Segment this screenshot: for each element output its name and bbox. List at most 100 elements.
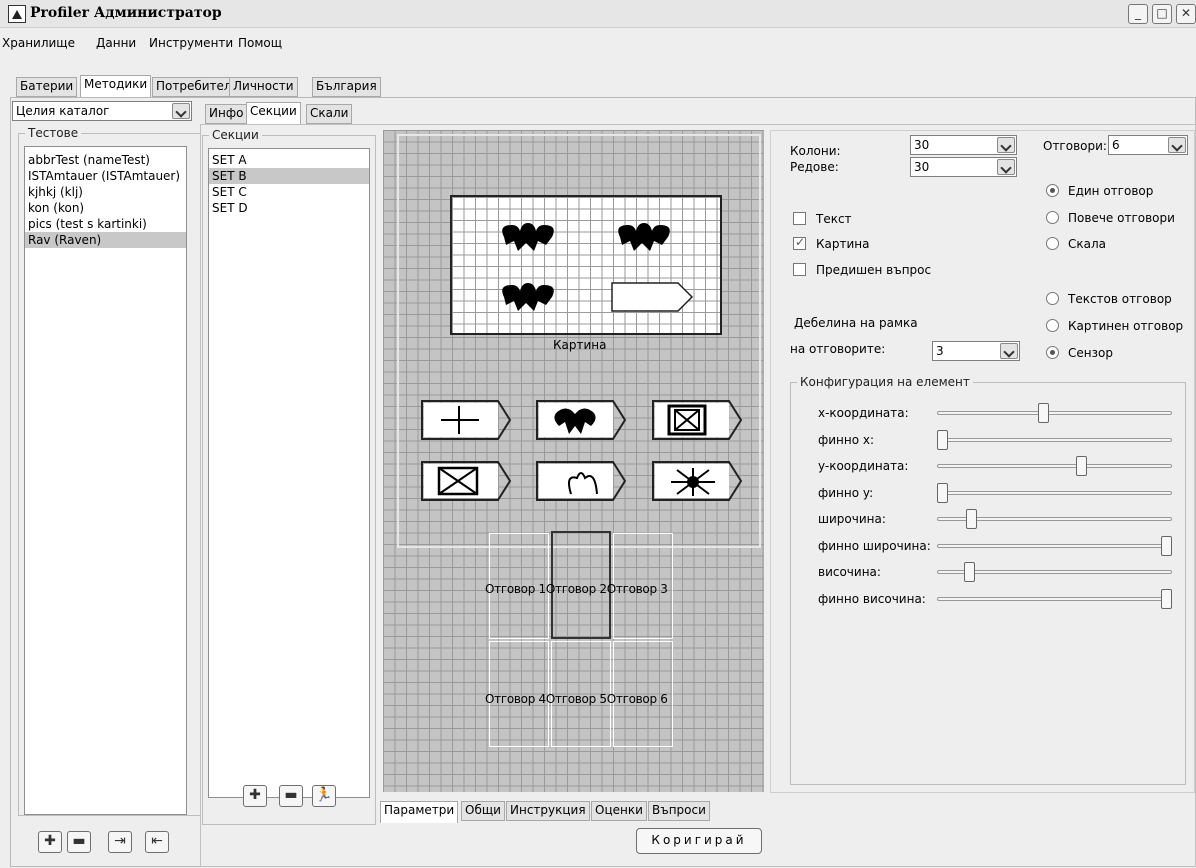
element-config-label: Конфигурация на елемент xyxy=(797,375,973,389)
slider-thumb[interactable] xyxy=(937,429,948,450)
list-item[interactable]: SET B xyxy=(209,168,369,184)
tab-batteries[interactable]: Батерии xyxy=(16,77,78,97)
slider-label: широчина: xyxy=(818,512,886,526)
correct-button[interactable]: Коригирай xyxy=(636,828,762,854)
sections-label: Секции xyxy=(209,128,262,142)
chevron-down-icon[interactable] xyxy=(997,137,1015,153)
single-answer-radio[interactable] xyxy=(1046,184,1059,197)
slider-label: x-координата: xyxy=(818,406,909,420)
previous-question-checkbox[interactable] xyxy=(793,263,806,276)
slider-label: височина: xyxy=(818,565,881,579)
add-section-button[interactable]: ✚ xyxy=(243,785,267,807)
text-answer-label: Текстов отговор xyxy=(1068,292,1172,306)
chevron-down-icon[interactable] xyxy=(1168,137,1186,153)
slider-thumb[interactable] xyxy=(963,562,975,582)
multi-answers-label: Повече отговори xyxy=(1068,211,1175,225)
tab-sections[interactable]: Секции xyxy=(246,102,301,124)
menu-data[interactable]: Данни xyxy=(96,36,136,50)
tab-methods[interactable]: Методики xyxy=(80,75,152,97)
tab-grades[interactable]: Оценки xyxy=(591,801,647,821)
border-thickness-label-2: на отговорите: xyxy=(790,342,886,356)
slider-track[interactable] xyxy=(937,543,1172,548)
list-item[interactable]: SET A xyxy=(209,152,369,168)
list-item[interactable]: Rav (Raven) xyxy=(25,232,186,248)
run-section-button[interactable]: 🏃 xyxy=(312,785,336,807)
slider-thumb[interactable] xyxy=(1161,588,1172,609)
multi-answers-radio[interactable] xyxy=(1046,211,1059,224)
rows-select[interactable]: 30 xyxy=(910,157,1017,177)
add-test-button[interactable]: ✚ xyxy=(38,831,62,853)
app-icon xyxy=(8,5,26,23)
chevron-down-icon[interactable] xyxy=(1000,343,1018,359)
slider-thumb[interactable] xyxy=(1037,403,1049,423)
tab-questions[interactable]: Въпроси xyxy=(648,801,710,821)
tab-info[interactable]: Инфо xyxy=(205,104,248,124)
tab-general[interactable]: Общи xyxy=(461,801,505,821)
tab-persons[interactable]: Личности xyxy=(229,77,298,97)
tab-scales[interactable]: Скали xyxy=(306,104,353,124)
picture-answer-radio[interactable] xyxy=(1046,319,1059,332)
maximize-icon[interactable]: □ xyxy=(1152,4,1172,24)
import-test-button[interactable]: ⇤ xyxy=(145,831,169,853)
answer-labels-row-2: Отговор 4Отговор 5Отговор 6 xyxy=(485,692,668,706)
catalog-select[interactable]: Целия каталог xyxy=(12,101,192,121)
tab-bulgaria[interactable]: България xyxy=(312,77,381,97)
close-icon[interactable]: ✕ xyxy=(1176,4,1196,24)
scale-radio[interactable] xyxy=(1046,237,1059,250)
list-item[interactable]: pics (test s kartinki) xyxy=(25,216,186,232)
export-test-button[interactable]: ⇥ xyxy=(108,831,132,853)
list-item[interactable]: SET D xyxy=(209,200,369,216)
slider-label: финно y: xyxy=(818,485,874,500)
slider-track[interactable] xyxy=(937,464,1172,468)
menu-tools[interactable]: Инструменти xyxy=(149,36,233,50)
answers-count-select[interactable]: 6 xyxy=(1108,135,1188,155)
slider-track[interactable] xyxy=(937,411,1172,415)
list-item[interactable]: kon (kon) xyxy=(25,200,186,216)
minimize-icon[interactable]: _ xyxy=(1128,4,1148,24)
picture-checkbox[interactable] xyxy=(793,235,806,250)
remove-section-button[interactable]: ▬ xyxy=(279,785,303,807)
answer-label: Отговор 2 xyxy=(545,582,607,596)
layout-grid-canvas[interactable]: Картина Отговор 1Отговор 2Отговор 3 Отго… xyxy=(383,130,764,792)
answer-label: Отговор 1 xyxy=(485,582,546,596)
sensor-label: Сензор xyxy=(1068,346,1113,360)
tests-label: Тестове xyxy=(25,126,82,140)
columns-value: 30 xyxy=(914,138,930,152)
tab-parameters[interactable]: Параметри xyxy=(380,801,459,823)
border-thickness-label: Дебелина на рамка xyxy=(794,316,918,330)
picture-checkbox-label: Картина xyxy=(816,237,870,251)
border-thickness-select[interactable]: 3 xyxy=(932,341,1020,361)
slider-thumb[interactable] xyxy=(1075,456,1087,476)
tests-list[interactable]: abbrTest (nameTest) ISTAmtauer (ISTAmtau… xyxy=(24,146,187,815)
question-picture-art xyxy=(502,223,694,312)
tab-instruction[interactable]: Инструкция xyxy=(506,801,590,821)
sections-list[interactable]: SET A SET B SET C SET D xyxy=(208,148,370,798)
sensor-radio[interactable] xyxy=(1046,346,1059,359)
slider-thumb[interactable] xyxy=(937,482,948,503)
answer-label: Отговор 5 xyxy=(545,692,607,706)
question-picture[interactable] xyxy=(450,195,722,335)
slider-thumb[interactable] xyxy=(966,509,978,529)
rows-value: 30 xyxy=(914,160,930,174)
slider-track[interactable] xyxy=(937,437,1172,442)
answer-label: Отговор 6 xyxy=(606,692,668,706)
chevron-down-icon[interactable] xyxy=(997,159,1015,175)
remove-test-button[interactable]: ▬ xyxy=(67,831,91,853)
answer-options-art[interactable] xyxy=(419,398,755,510)
title-bar: Profiler Администратор _ □ ✕ xyxy=(0,0,1196,28)
slider-thumb[interactable] xyxy=(1161,535,1172,556)
menu-help[interactable]: Помощ xyxy=(238,36,282,50)
list-item[interactable]: SET C xyxy=(209,184,369,200)
chevron-down-icon[interactable] xyxy=(172,103,190,119)
slider-track[interactable] xyxy=(937,596,1172,601)
list-item[interactable]: ISTAmtauer (ISTAmtauer) xyxy=(25,168,186,184)
list-item[interactable]: abbrTest (nameTest) xyxy=(25,152,186,168)
columns-select[interactable]: 30 xyxy=(910,135,1017,155)
columns-label: Колони: xyxy=(790,144,841,158)
text-answer-radio[interactable] xyxy=(1046,292,1059,305)
menu-storage[interactable]: Хранилище xyxy=(2,36,75,50)
slider-track[interactable] xyxy=(937,490,1172,495)
text-checkbox[interactable] xyxy=(793,212,806,225)
list-item[interactable]: kjhkj (klj) xyxy=(25,184,186,200)
picture-caption: Картина xyxy=(553,338,607,352)
